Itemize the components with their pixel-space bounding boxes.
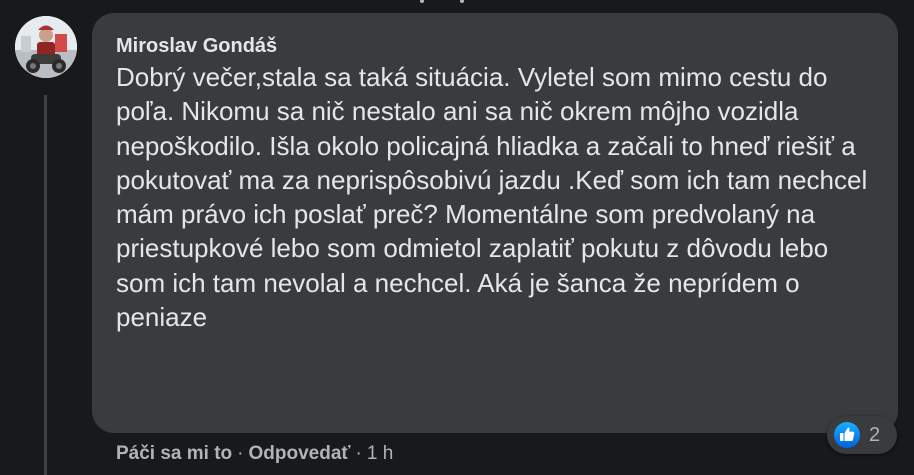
comment-actions: Páči sa mi to · Odpovedať · 1 h bbox=[116, 441, 393, 467]
reply-button[interactable]: Odpovedať bbox=[249, 443, 351, 464]
reactions-badge[interactable]: 2 bbox=[827, 416, 897, 454]
profile-photo-icon bbox=[15, 16, 77, 78]
reaction-count: 2 bbox=[869, 424, 881, 446]
like-button[interactable]: Páči sa mi to bbox=[116, 443, 232, 464]
like-icon bbox=[834, 422, 860, 448]
collapsed-replies-indicator bbox=[420, 0, 500, 4]
thread-line bbox=[44, 95, 47, 475]
comment-author[interactable]: Miroslav Gondáš bbox=[116, 34, 277, 58]
comment-text: Dobrý večer,stala sa taká situácia. Vyle… bbox=[116, 62, 868, 333]
separator: · bbox=[355, 443, 362, 464]
comment-time[interactable]: 1 h bbox=[367, 443, 393, 464]
avatar[interactable] bbox=[15, 16, 77, 78]
separator: · bbox=[237, 443, 244, 464]
